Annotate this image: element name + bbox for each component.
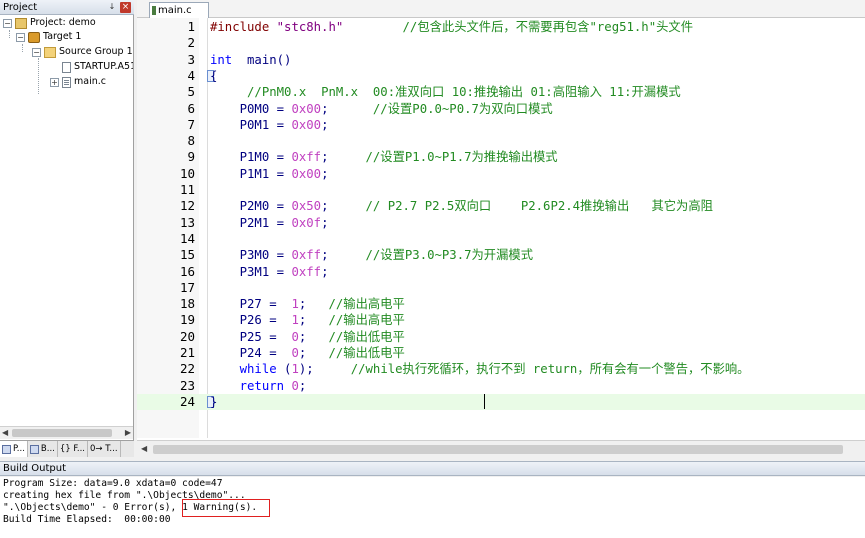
code-line: 12 P2M0 = 0x50; // P2.7 P2.5双向口 P2.6P2.4… [179,198,713,214]
code-area[interactable]: 1 #include "stc8h.h" //包含此头文件后，不需要再包含"reg… [137,18,865,438]
project-icon [15,17,27,29]
code-line: 10 P1M1 = 0x00; [179,165,329,181]
code-line: 13 P2M1 = 0x0f; [179,214,329,230]
code-line: 23 return 0; [179,377,307,393]
scroll-left-icon[interactable]: ◀ [2,428,8,437]
tree-item-project[interactable]: − Project: demo [3,16,96,30]
asm-file-icon [62,61,71,73]
code-line: 15 P3M0 = 0xff; //设置P3.0~P3.7为开漏模式 [179,247,533,263]
tab-functions[interactable]: {} F... [58,441,89,457]
code-line-current: 24} [137,393,865,411]
collapse-icon[interactable]: − [3,18,12,28]
warning-highlight-box [182,499,270,517]
tab-project[interactable]: P... [0,441,28,457]
code-line: 8 [187,133,195,149]
code-line: 7 P0M1 = 0x00; [187,116,329,132]
project-tab-icon [2,444,11,454]
tree-item-label: STARTUP.A51 [74,61,133,72]
build-output-title: Build Output [3,463,67,474]
editor-tab-bar: main.c [137,0,865,18]
tree-item-label: Source Group 1 [59,46,133,57]
editor-horizontal-scrollbar[interactable]: ◀ [137,440,865,457]
code-line: 20 P25 = 0; //输出低电平 [179,328,405,344]
build-output-line: Build Time Elapsed: 00:00:00 [3,514,171,525]
close-icon[interactable]: × [120,2,131,13]
scrollbar-thumb[interactable] [12,429,112,437]
code-line: 1 #include "stc8h.h" //包含此头文件后，不需要再包含"reg… [187,19,694,34]
tab-books[interactable]: B... [28,441,58,457]
target-icon [28,31,40,43]
code-line: 6 P0M0 = 0x00; //设置P0.0~P0.7为双向口模式 [187,100,553,116]
error-count-text: ".\Objects\demo" - 0 Error(s), [3,502,183,513]
scrollbar-thumb[interactable] [153,445,843,454]
pin-icon[interactable]: ↓ [107,2,117,12]
tab-templates[interactable]: 0→ T... [88,441,121,457]
tree-item-label: Target 1 [43,31,82,42]
tree-item-target[interactable]: − Target 1 [16,30,81,44]
code-line: 11 [179,182,195,197]
books-tab-icon [29,444,39,454]
folder-icon [44,46,56,58]
code-line: 19 P26 = 1; //输出高电平 [179,312,405,328]
code-line: 17 [179,279,195,295]
collapse-icon[interactable]: − [32,47,41,57]
project-tree: − Project: demo − Target 1 − Source Grou… [0,16,133,424]
tab-indicator-icon [152,6,156,15]
code-line: 4{ [187,67,218,83]
code-line: 22 while (1); //while执行死循环，执行不到 return，所… [179,361,750,377]
build-output-line: Program Size: data=9.0 xdata=0 code=47 [3,478,223,489]
tab-main-c[interactable]: main.c [149,2,209,18]
tab-label: main.c [158,5,192,16]
text-caret [484,394,485,409]
tree-item-startup-file[interactable]: STARTUP.A51 [62,60,133,74]
code-line: 5 //PnM0.x PnM.x 00:准双向口 10:推挽输出 01:高阻输入… [187,84,681,100]
project-panel-header: Project ↓ × [0,0,134,15]
code-line: 3 int main() [187,51,292,67]
tree-item-source-group[interactable]: − Source Group 1 [32,45,133,59]
tree-item-label: Project: demo [30,17,96,28]
tree-item-label: main.c [74,76,106,87]
build-output-panel[interactable]: Program Size: data=9.0 xdata=0 code=47 c… [0,477,865,538]
code-line: 21 P24 = 0; //输出低电平 [179,345,405,360]
scroll-left-icon[interactable]: ◀ [141,444,147,453]
code-line: 2 [187,35,195,51]
collapse-icon[interactable]: − [16,32,25,42]
code-editor[interactable]: main.c 1 #include "stc8h.h" //包含此头文件后，不需要… [137,0,865,457]
project-panel-tabs: P... B... {} F... 0→ T... [0,440,134,457]
c-file-icon [62,76,71,88]
build-output-header: Build Output [0,461,865,476]
scroll-right-icon[interactable]: ▶ [125,428,131,437]
project-panel-title: Project [3,2,38,13]
project-panel: Project ↓ × − Project: demo − Target 1 −… [0,0,134,457]
tree-item-main-file[interactable]: + main.c [50,75,106,89]
project-horizontal-scrollbar[interactable]: ◀ ▶ [0,426,133,439]
code-line: 16 P3M1 = 0xff; [179,263,329,279]
code-line: 9 P1M0 = 0xff; //设置P1.0~P1.7为推挽输出模式 [187,149,558,165]
expand-icon[interactable]: + [50,77,59,87]
code-line: 14 [179,230,195,246]
code-line: 18 P27 = 1; //输出高电平 [179,296,405,312]
